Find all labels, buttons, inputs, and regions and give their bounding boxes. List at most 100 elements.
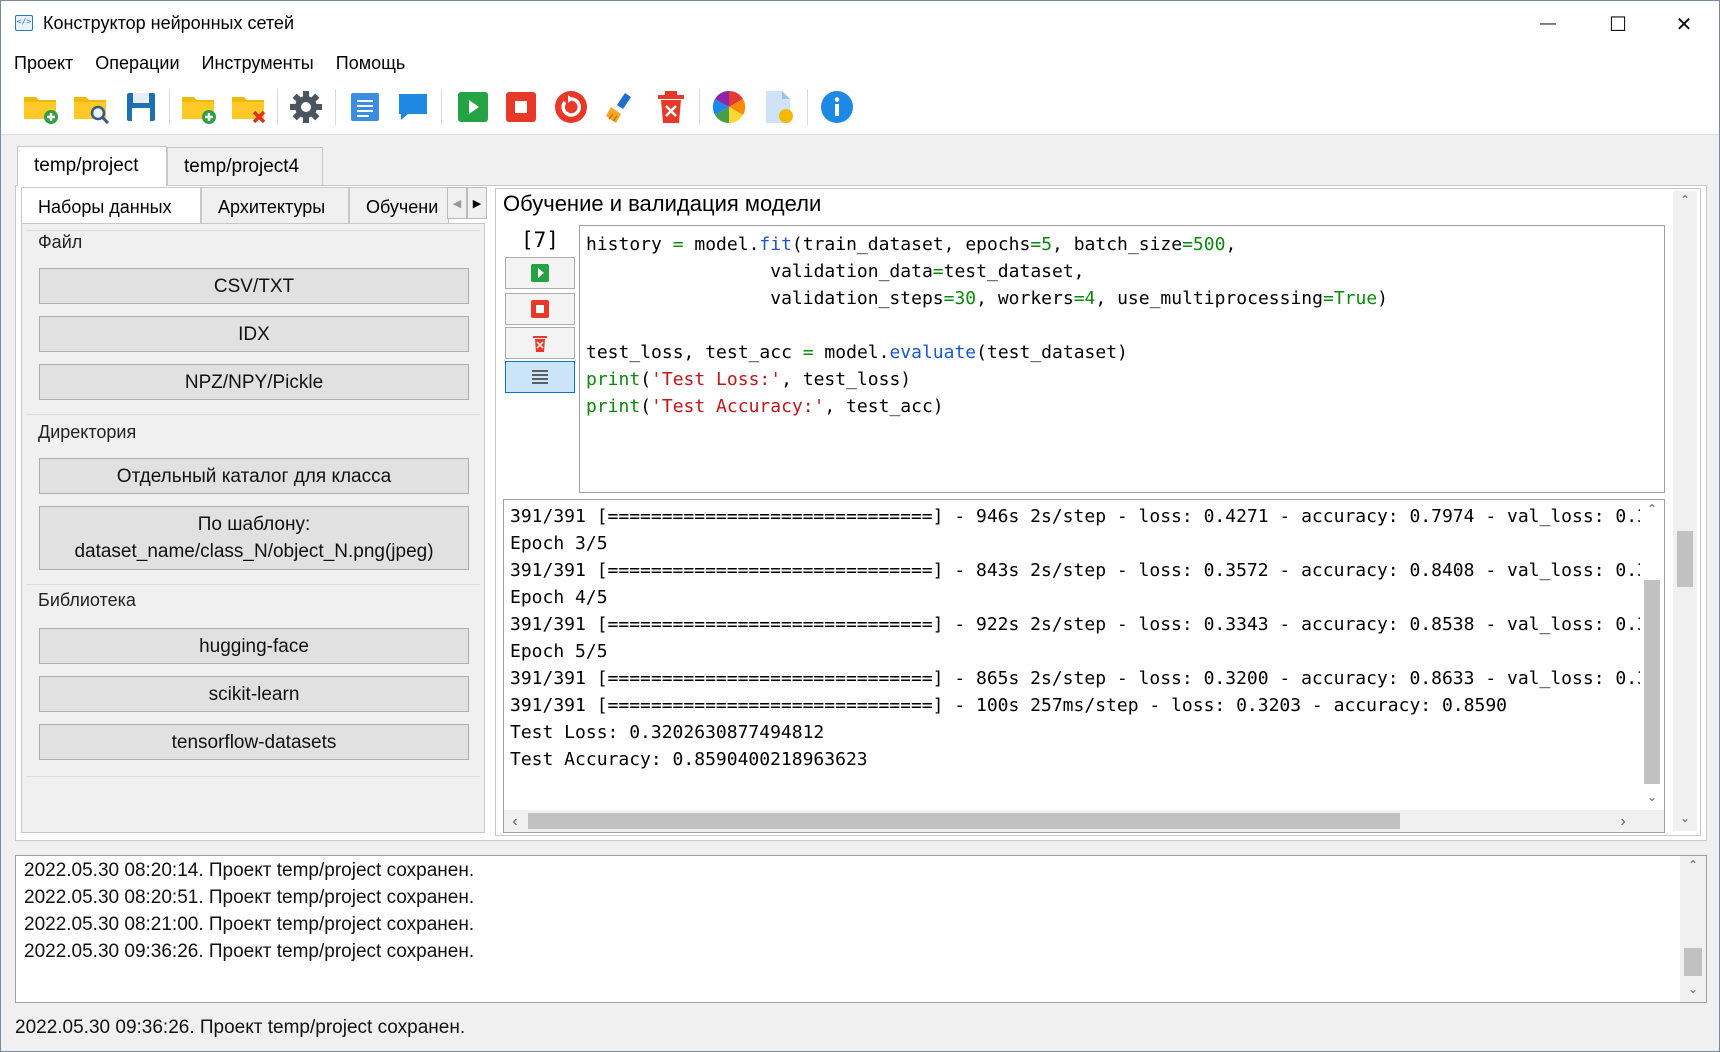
tab-training[interactable]: Обучени [349,187,449,225]
scroll-down-icon[interactable]: ⌄ [1684,982,1702,996]
group-title-file: Файл [38,232,83,252]
csv-txt-button[interactable]: CSV/TXT [39,268,469,304]
output-hscroll-thumb[interactable] [528,813,1400,829]
group-title-library: Библиотека [38,590,136,610]
add-folder-icon[interactable] [179,87,219,127]
log-line: 2022.05.30 08:20:51. Проект temp/project… [24,887,475,908]
close-button[interactable]: ✕ [1649,1,1719,47]
window-title: Конструктор нейронных сетей [43,13,294,33]
pattern-button-label-2: dataset_name/class_N/object_N.png(jpeg) [74,541,434,562]
scroll-up-icon[interactable]: ⌃ [1684,858,1702,872]
scroll-up-icon[interactable]: ⌃ [1643,502,1661,516]
log-line: 2022.05.30 08:20:14. Проект temp/project… [24,860,475,881]
cell-number: [7] [521,228,559,252]
clear-icon[interactable] [601,87,641,127]
stop-icon [531,300,549,318]
hugging-face-button[interactable]: hugging-face [39,628,469,664]
output-line: Test Accuracy: 0.8590400218963623 [510,749,868,770]
tab-architectures[interactable]: Архитектуры [201,187,349,225]
output-line: Epoch 3/5 [510,533,608,554]
output-hscrollbar[interactable]: ‹ › [504,810,1664,832]
settings-icon[interactable] [286,87,326,127]
class-folder-button[interactable]: Отдельный каталог для класса [39,458,469,494]
scroll-left-icon[interactable]: ‹ [506,813,524,831]
cell-output-toggle-button[interactable] [505,361,575,393]
comment-icon[interactable] [393,87,433,127]
scroll-right-icon[interactable]: › [1614,813,1632,831]
tab-datasets[interactable]: Наборы данных [21,187,201,225]
scroll-up-icon[interactable]: ⌃ [1676,193,1694,207]
restart-icon[interactable] [551,87,591,127]
pattern-button[interactable]: По шаблону: dataset_name/class_N/object_… [39,506,469,570]
stop-icon[interactable] [501,87,541,127]
menu-tools[interactable]: Инструменты [191,48,325,78]
delete-folder-icon[interactable] [229,87,269,127]
output-vscroll-thumb[interactable] [1644,580,1660,784]
output-line: 391/391 [==============================]… [510,695,1507,716]
output-line: 391/391 [==============================]… [510,560,1659,581]
code-line-1: history = model.fit(train_dataset, epoch… [586,234,1237,255]
log-scroll-thumb[interactable] [1684,948,1702,976]
section-title: Обучение и валидация модели [503,191,822,216]
open-project-icon[interactable] [71,87,111,127]
cell-output[interactable]: 391/391 [==============================]… [503,499,1665,833]
menu-help[interactable]: Помощь [325,48,417,78]
color-icon[interactable] [709,87,749,127]
code-line-6: print('Test Accuracy:', test_acc) [586,396,944,417]
tabs-scroll-right-icon[interactable]: ▶ [467,187,487,219]
main-window: </> Конструктор нейронных сетей — ☐ ✕ Пр… [0,0,1720,1052]
tab-temp-project[interactable]: temp/project [17,146,167,186]
cell-stop-button[interactable] [505,293,575,325]
log-panel[interactable]: 2022.05.30 08:20:14. Проект temp/project… [15,855,1707,1003]
info-icon[interactable] [817,87,857,127]
cell-delete-button[interactable] [505,327,575,359]
code-line-3: validation_steps=30, workers=4, use_mult… [586,288,1389,309]
lines-icon [532,370,548,384]
pattern-button-label-1: По шаблону: [197,514,311,535]
scikit-learn-button[interactable]: scikit-learn [39,676,469,712]
delete-icon[interactable] [651,87,691,127]
idx-button[interactable]: IDX [39,316,469,352]
status-bar: 2022.05.30 09:36:26. Проект temp/project… [15,1017,466,1038]
menu-project[interactable]: Проект [3,48,84,78]
tab-temp-project4[interactable]: temp/project4 [167,147,323,185]
datasets-panel: Файл CSV/TXT IDX NPZ/NPY/Pickle Директор… [21,223,485,833]
code-editor[interactable]: history = model.fit(train_dataset, epoch… [579,225,1665,493]
log-line: 2022.05.30 09:36:26. Проект temp/project… [24,941,475,962]
new-project-icon[interactable] [21,87,61,127]
menu-operations[interactable]: Операции [84,48,190,78]
tensorflow-datasets-button[interactable]: tensorflow-datasets [39,724,469,760]
scroll-down-icon[interactable]: ⌄ [1643,790,1661,804]
scroll-down-icon[interactable]: ⌄ [1676,811,1694,825]
save-icon[interactable] [121,87,161,127]
title-bar: </> Конструктор нейронных сетей — ☐ ✕ [1,1,1719,47]
scroll-thumb[interactable] [1677,531,1693,587]
log-scrollbar[interactable]: ⌃ ⌄ [1680,856,1706,1002]
log-line: 2022.05.30 08:21:00. Проект temp/project… [24,914,475,935]
delete-icon [533,336,547,352]
output-line: Epoch 4/5 [510,587,608,608]
text-cell-icon[interactable] [345,87,385,127]
tabs-scroll-left-icon[interactable]: ◀ [447,187,467,219]
run-icon [531,264,549,282]
cell-run-button[interactable] [505,257,575,289]
minimize-button[interactable]: — [1513,1,1583,47]
output-vscrollbar[interactable]: ⌃ ⌄ [1640,500,1664,810]
run-icon[interactable] [453,87,493,127]
output-line: 391/391 [==============================]… [510,614,1659,635]
new-file-icon[interactable] [759,87,799,127]
notebook-scrollbar[interactable]: ⌃ ⌄ [1673,191,1697,831]
output-line: 391/391 [==============================]… [510,668,1659,689]
output-line: Test Loss: 0.3202630877494812 [510,722,825,743]
output-line: 391/391 [==============================]… [510,506,1659,527]
output-line: Epoch 5/5 [510,641,608,662]
code-line-5: print('Test Loss:', test_loss) [586,369,912,390]
toolbar [1,79,1719,135]
maximize-button[interactable]: ☐ [1583,1,1653,47]
npz-npy-pickle-button[interactable]: NPZ/NPY/Pickle [39,364,469,400]
app-icon: </> [15,15,33,31]
code-line-4: test_loss, test_acc = model.evaluate(tes… [586,342,1128,363]
group-title-directory: Директория [38,422,137,442]
code-line-2: validation_data=test_dataset, [586,261,1085,282]
menu-bar: Проект Операции Инструменты Помощь [1,47,1719,79]
